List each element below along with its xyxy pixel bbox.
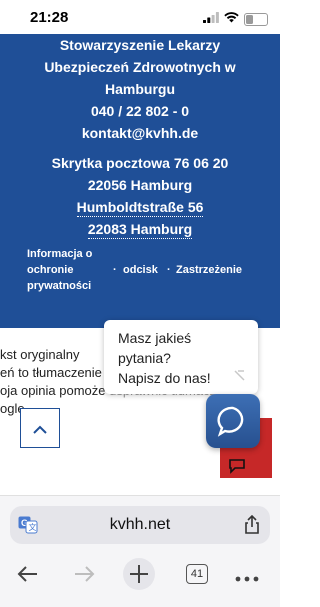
battery-icon: 3 [244, 12, 268, 26]
scroll-to-top-button[interactable] [20, 408, 60, 448]
privacy-link[interactable]: Informacja o ochronie prywatności [27, 246, 92, 294]
more-icon [234, 570, 260, 588]
chat-open-button[interactable] [206, 394, 260, 448]
street-city: 22083 Hamburg [87, 221, 193, 239]
privacy-line1: Informacja o [27, 248, 93, 260]
status-time: 21:28 [30, 9, 69, 26]
more-button[interactable] [230, 556, 266, 592]
chat-prompt-line3: Napisz do nas! [118, 370, 211, 386]
chat-prompt-line2: pytania? [118, 350, 171, 366]
link-separator: · [167, 264, 171, 276]
status-bar: 21:28 3 [0, 0, 280, 34]
wifi-icon [224, 10, 239, 28]
link-separator: · [113, 264, 117, 276]
privacy-line2: ochronie [27, 264, 74, 276]
forward-button[interactable] [66, 556, 102, 592]
chat-prompt-line1: Masz jakieś [118, 330, 192, 346]
chevron-up-icon [32, 422, 48, 440]
new-tab-plus-icon [121, 556, 157, 597]
address-bar[interactable]: G 文 kvhh.net [10, 506, 270, 544]
org-name-line1: Stowarzyszenie Lekarzy [59, 37, 221, 53]
org-name-line2: Ubezpieczeń Zdrowotnych w [44, 59, 236, 75]
browser-toolbar: 41 [0, 556, 280, 592]
street-address-link[interactable]: Humboldtstraße 56 [0, 196, 280, 218]
pobox-city: 22056 Hamburg [87, 177, 193, 193]
street-line: Humboldtstraße 56 [76, 199, 204, 217]
back-button[interactable] [10, 556, 46, 592]
tabs-icon[interactable]: 41 [186, 564, 208, 584]
chat-bubble-icon [217, 405, 249, 442]
browser-bottom-bar: G 文 kvhh.net 41 [0, 495, 280, 607]
close-icon[interactable] [232, 368, 246, 387]
privacy-line3: prywatności [27, 280, 92, 292]
status-icons: 3 [203, 10, 268, 28]
new-tab-button[interactable] [121, 556, 157, 592]
feedback-line3: oja opinia pomoże [0, 383, 106, 398]
email-link[interactable]: kontakt@kvhh.de [0, 122, 280, 144]
signal-icon [203, 10, 219, 28]
chat-prompt-text: Masz jakieś pytania? Napisz do nas! [118, 328, 211, 388]
feedback-icon [228, 458, 248, 478]
share-icon[interactable] [244, 514, 260, 540]
disclaimer-link[interactable]: Zastrzeżenie [176, 262, 242, 278]
imprint-link[interactable]: odcisk [123, 262, 158, 278]
url-text[interactable]: kvhh.net [10, 516, 270, 534]
org-name-line3: Hamburgu [105, 81, 175, 97]
pobox-line: Skrytka pocztowa 76 06 20 [51, 155, 229, 171]
battery-text: 3 [253, 12, 259, 23]
street-city-link[interactable]: 22083 Hamburg [0, 218, 280, 240]
forward-arrow-icon [73, 565, 95, 588]
phone-link[interactable]: 040 / 22 802 - 0 [0, 100, 280, 122]
chat-prompt-bubble[interactable]: Masz jakieś pytania? Napisz do nas! [104, 320, 258, 394]
site-footer: Stowarzyszenie Lekarzy Ubezpieczeń Zdrow… [0, 34, 280, 328]
back-arrow-icon [17, 565, 39, 588]
